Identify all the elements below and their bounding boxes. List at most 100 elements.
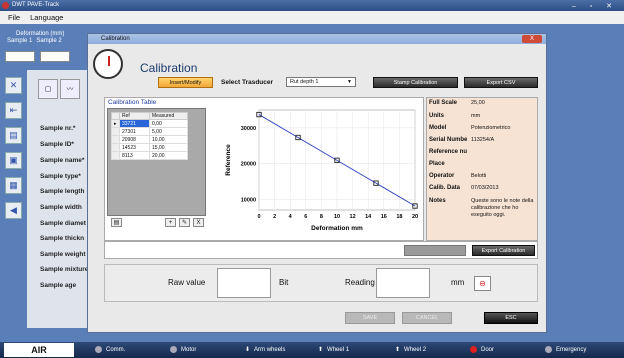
monitor-tool-icon[interactable]: ▣ <box>5 152 22 169</box>
close-tool-icon[interactable]: ✕ <box>5 77 22 94</box>
arrow-up-icon: ⬆ <box>395 347 401 353</box>
status-wheel2: ⬆ Wheel 2 <box>395 346 427 354</box>
status-label: Arm wheels <box>254 346 286 353</box>
cell-measured[interactable]: 0,00 <box>149 119 188 128</box>
cell-ref[interactable]: 14523 <box>119 143 150 152</box>
calibration-chart: 0 2 4 6 8 10 12 14 16 18 20 10000 20000 30000 Deform… <box>225 109 418 232</box>
insert-modify-button[interactable]: Insert/Modify <box>158 77 213 88</box>
x-tick-label: 14 <box>365 214 372 220</box>
prop-label: Reference nu <box>429 149 468 155</box>
status-dot-icon <box>95 346 102 353</box>
prop-value[interactable]: Belotti <box>471 173 486 179</box>
zero-reset-icon[interactable]: ⊖ <box>474 276 491 291</box>
cell-measured[interactable]: 20,00 <box>149 151 188 160</box>
sample-field-label: Sample type* <box>40 173 81 180</box>
sample-field-label: Sample thickn <box>40 235 85 242</box>
cell-measured[interactable]: 5,00 <box>149 127 188 136</box>
delete-row-icon[interactable]: X <box>193 218 204 227</box>
raw-value-field[interactable] <box>217 268 271 298</box>
prop-value[interactable]: mm <box>471 113 480 119</box>
sample-field-label: Sample age <box>40 282 77 289</box>
arrow-up-icon: ⬆ <box>318 347 324 353</box>
status-door: Door <box>470 346 494 353</box>
table-row[interactable]: 27301 5,00 <box>111 127 188 136</box>
calibration-dialog: Calibration X Calibration Insert/Modify … <box>87 33 547 333</box>
app-titlebar: DWT PAVE-Track – ▫ ✕ <box>0 0 624 11</box>
status-label: Wheel 1 <box>327 346 350 353</box>
esc-button[interactable]: ESC <box>484 312 538 324</box>
table-row[interactable]: ▸ 33721 0,00 <box>111 119 188 128</box>
x-tick-label: 2 <box>273 214 276 220</box>
status-bar: AIR <box>0 342 624 358</box>
status-label: Comm. <box>106 346 126 353</box>
col-header-measured: Measured <box>149 112 188 120</box>
table-row[interactable]: 8113 20,00 <box>111 151 188 160</box>
cell-ref[interactable]: 8113 <box>119 151 150 160</box>
status-dot-icon <box>545 346 552 353</box>
x-axis-label: Deformation mm <box>311 225 363 232</box>
status-label: Door <box>481 346 495 353</box>
menu-language[interactable]: Language <box>30 13 63 22</box>
prop-value[interactable]: Potenziometrico <box>471 125 510 131</box>
cell-ref[interactable]: 27301 <box>119 127 150 136</box>
status-label: Emergency <box>556 346 587 353</box>
cell-measured[interactable]: 15,00 <box>149 143 188 152</box>
back-tool-icon[interactable]: ◀ <box>5 202 22 219</box>
arrow-down-icon: ⬇ <box>245 347 251 353</box>
menu-bar: File Language <box>0 11 624 24</box>
status-label: Wheel 2 <box>404 346 427 353</box>
row-header <box>111 135 120 144</box>
row-header-corner <box>111 112 120 120</box>
import-tool-icon[interactable]: ⇤ <box>5 102 22 119</box>
prop-value[interactable]: 113254/A <box>471 137 494 143</box>
status-dot-icon <box>170 346 177 353</box>
menu-file[interactable]: File <box>8 13 20 22</box>
status-label: Motor <box>181 346 197 353</box>
prop-label: Model <box>429 125 447 131</box>
sample1-label: Sample 1 <box>7 38 33 44</box>
deformation-header: Deformation (mm) Sample 1 Sample 2 <box>7 31 64 45</box>
cell-ref[interactable]: 20908 <box>119 135 150 144</box>
report-tool-icon[interactable]: ▦ <box>5 177 22 194</box>
copy-icon[interactable]: ▢ <box>38 79 58 99</box>
x-axis-ticks: 0 2 4 6 8 10 12 14 16 18 20 <box>257 214 418 220</box>
dialog-window-title: Calibration <box>101 36 130 42</box>
export-calibration-button[interactable]: Export Calibration <box>472 245 535 256</box>
save-button[interactable]: SAVE <box>345 312 395 324</box>
edit-row-icon[interactable]: ✎ <box>179 218 190 227</box>
status-motor: Motor <box>170 346 196 353</box>
dialog-close-button[interactable]: X <box>522 35 542 43</box>
status-dot-icon <box>470 346 477 353</box>
prop-label: Place <box>429 161 445 167</box>
cancel-button[interactable]: CANCEL <box>402 312 452 324</box>
trasducer-select[interactable]: Rut depth 1 ▼ <box>286 77 356 87</box>
sample-field-label: Sample weight <box>40 251 86 258</box>
x-tick-label: 6 <box>304 214 307 220</box>
prop-label: Calib. Data <box>429 185 461 191</box>
export-csv-button[interactable]: Export CSV <box>464 77 538 88</box>
stamp-calibration-button[interactable]: Stamp Calibration <box>373 77 458 88</box>
cell-measured[interactable]: 10,00 <box>149 135 188 144</box>
chart-icon[interactable]: 〰 <box>60 79 80 99</box>
dialog-titlebar: Calibration X <box>88 34 546 44</box>
x-tick-label: 16 <box>381 214 387 220</box>
table-row[interactable]: 14523 15,00 <box>111 143 188 152</box>
y-axis-ticks: 10000 20000 30000 <box>241 126 256 203</box>
document-tool-icon[interactable]: ▤ <box>5 127 22 144</box>
cell-ref[interactable]: 33721 <box>119 119 150 128</box>
prop-value[interactable]: 07/03/2013 <box>471 185 499 191</box>
row-pointer-icon: ▸ <box>111 119 120 128</box>
calibration-table: Ref Measured ▸ 33721 0,00 27301 5,00 209… <box>111 112 188 160</box>
prop-label: Full Scale <box>429 100 458 106</box>
table-row[interactable]: 20908 10,00 <box>111 135 188 144</box>
add-row-icon[interactable]: + <box>165 218 176 227</box>
grid-menu-icon[interactable]: ▤ <box>111 218 122 227</box>
sample1-value-box <box>5 51 35 62</box>
sample-field-label: Sample length <box>40 188 85 195</box>
reading-field[interactable] <box>376 268 430 298</box>
sample-field-label: Sample mixture <box>40 266 89 273</box>
prop-notes-value[interactable]: Queste sono le note della calibrazione c… <box>471 198 537 219</box>
prop-value[interactable]: 25,00 <box>471 100 485 106</box>
x-tick-label: 12 <box>350 214 356 220</box>
col-header-ref: Ref <box>119 112 150 120</box>
